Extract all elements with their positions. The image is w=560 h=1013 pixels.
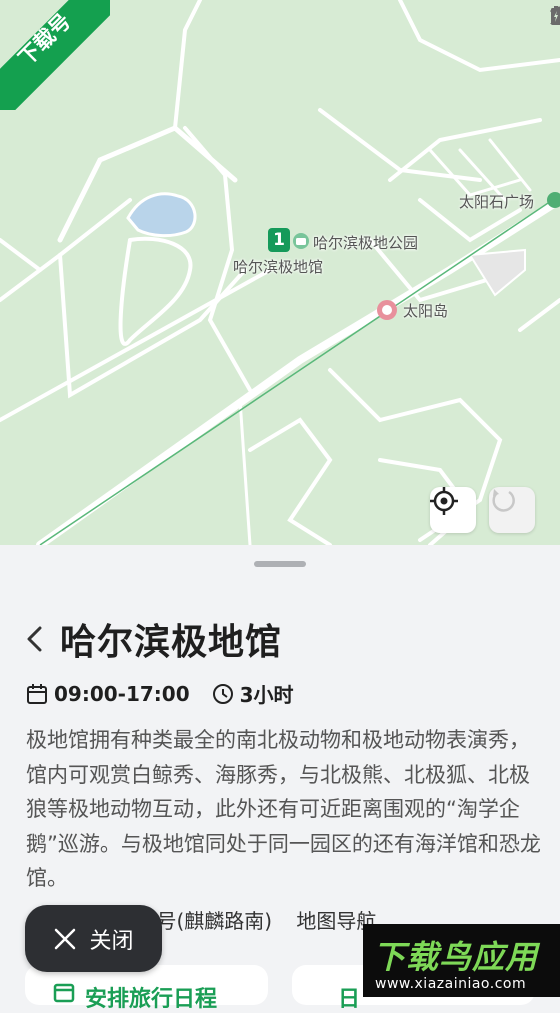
calendar-add-icon xyxy=(53,983,75,1003)
description: 极地馆拥有种类最全的南北极动物和极地动物表演秀，馆内可观赏白鲸秀、海豚秀，与北极… xyxy=(26,728,541,890)
battery-icon xyxy=(551,6,560,25)
second-action-label: 日 xyxy=(338,987,361,1012)
arrange-itinerary-label: 安排旅行日程 xyxy=(85,987,218,1012)
meta-row: 09:00-17:00 3小时 xyxy=(26,679,294,708)
corner-logo: 下载号 xyxy=(0,0,110,110)
calendar-icon xyxy=(27,683,47,704)
route-badge[interactable]: 1 xyxy=(268,228,290,252)
map-label-island[interactable]: 太阳岛 xyxy=(403,300,448,321)
map-view[interactable]: 1 哈尔滨极地公园 哈尔滨极地馆 太阳石广场 太阳岛 下载号 xyxy=(0,0,560,545)
refresh-button[interactable] xyxy=(489,487,535,533)
refresh-icon xyxy=(492,489,515,512)
locate-icon xyxy=(430,487,458,515)
title-row: 哈尔滨极地馆 xyxy=(24,613,282,665)
opening-hours: 09:00-17:00 xyxy=(54,681,190,706)
page-title: 哈尔滨极地馆 xyxy=(60,622,283,663)
watermark-url: www.xiazainiao.com xyxy=(375,976,527,992)
clock-icon xyxy=(212,683,233,704)
close-icon xyxy=(55,928,76,949)
watermark-title: 下载鸟应用 xyxy=(373,938,539,976)
close-label: 关闭 xyxy=(89,928,134,954)
locate-button[interactable] xyxy=(430,487,476,533)
watermark-logo: 下载鸟应用 www.xiazainiao.com xyxy=(363,924,560,997)
map-label-venue[interactable]: 哈尔滨极地馆 xyxy=(233,256,323,277)
sheet-drag-handle[interactable] xyxy=(254,561,306,567)
map-label-park[interactable]: 哈尔滨极地公园 xyxy=(313,232,418,253)
map-label-square[interactable]: 太阳石广场 xyxy=(459,191,534,212)
close-button[interactable]: 关闭 xyxy=(25,905,162,972)
back-chevron-icon[interactable] xyxy=(24,625,48,653)
visit-duration: 3小时 xyxy=(239,683,294,707)
